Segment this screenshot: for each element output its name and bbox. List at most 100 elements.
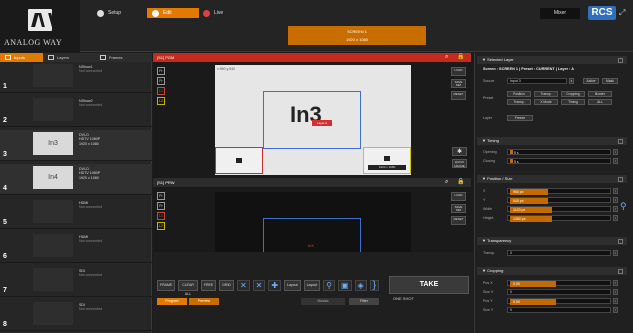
height-field[interactable]: 1080 px [507, 215, 611, 222]
reset-button[interactable]: RESET [451, 216, 466, 225]
tab-layers[interactable]: Layers [43, 53, 95, 62]
search-icon[interactable]: ⚲ [323, 279, 335, 291]
input-row-7[interactable]: SDI Not connected 7 [0, 266, 152, 297]
layer-button[interactable]: Fr [157, 77, 165, 85]
layer-button[interactable]: L2 [157, 222, 165, 230]
opening-field[interactable]: 5 s [507, 149, 611, 155]
preset-border-button[interactable]: Border [588, 91, 612, 97]
layer-frame-yellow[interactable]: 1920 x 1080 [363, 147, 411, 174]
close-icon[interactable]: ✕ [236, 279, 250, 291]
layout-button[interactable]: Layout [284, 279, 301, 291]
search-icon[interactable]: ⌕ [445, 179, 452, 186]
stepper-icon[interactable]: ↕ [613, 289, 618, 295]
section-position-size[interactable]: ▼ Position / Size [477, 175, 627, 183]
input-row-8[interactable]: SDI Not connected 8 [0, 300, 152, 331]
input-row-4[interactable]: In4 DVI-D HDTV 1080P 1920 x 1080 4 [0, 164, 152, 195]
take-button[interactable]: TAKE [389, 276, 469, 294]
preview-button[interactable]: Preview [189, 298, 219, 305]
crop-posy-field[interactable]: 0.00 [507, 298, 611, 305]
quick-frame-button[interactable]: QUICK FRAME [452, 159, 467, 168]
input-row-3[interactable]: In3 DVI-D HDTV 1080P 1920 x 1080 3 [0, 130, 152, 161]
mode-edit-button[interactable]: Edit [147, 8, 199, 18]
mode-live-button[interactable]: Live [198, 8, 258, 18]
program-button[interactable]: Program [157, 298, 187, 305]
program-canvas[interactable]: x:960 y:540 In3 Layer A 1920 x 1080 [215, 65, 411, 175]
stepper-icon[interactable]: ↕ [613, 197, 618, 203]
preset-transp-button[interactable]: Transp. [534, 91, 558, 97]
save-button[interactable]: SAVE MM [451, 204, 466, 213]
stepper-icon[interactable]: ↕ [613, 250, 618, 256]
stepper-icon[interactable]: ↕ [613, 149, 618, 155]
input-row-6[interactable]: HDMI Not connected 6 [0, 232, 152, 263]
layer-button[interactable]: Fr [157, 192, 165, 200]
save-button[interactable]: SAVE MM [451, 79, 466, 88]
move-icon[interactable]: ✚ [268, 279, 282, 291]
free-button[interactable]: FREE [200, 279, 217, 291]
lock-icon[interactable]: 🔒 [457, 54, 464, 61]
frame-button[interactable]: FRAME [157, 279, 176, 291]
mask-button[interactable]: Mask [602, 78, 618, 84]
expand-icon[interactable]: ⤢ [619, 8, 629, 18]
crop-sizex-field[interactable]: 0 [507, 289, 611, 295]
closing-field[interactable]: 5 s [507, 158, 611, 164]
layer-frame-red[interactable] [215, 147, 263, 174]
section-timing[interactable]: ▼ Timing [477, 137, 627, 145]
load-button[interactable]: LOAD [451, 67, 466, 76]
section-transparency[interactable]: ▼ Transparency [477, 237, 627, 245]
layer-button[interactable]: L1 [157, 87, 165, 95]
crop-sizey-field[interactable]: 0 [507, 307, 611, 313]
preset-cropping-button[interactable]: Cropping [561, 91, 585, 97]
screen-selector[interactable]: SCREEN 1 1920 x 1080 [288, 26, 426, 45]
preset-transp2-button[interactable]: Transp. [507, 99, 531, 105]
width-field[interactable]: 1120 px [507, 206, 611, 213]
collapse-icon[interactable] [618, 57, 623, 63]
layout-button-2[interactable]: Layout [303, 279, 321, 291]
fullscreen-icon[interactable]: ✕ [252, 279, 266, 291]
layer-button[interactable]: L1 [157, 212, 165, 220]
tab-frames[interactable]: Frames [95, 53, 152, 62]
dropdown-icon[interactable]: ▾ [569, 78, 574, 84]
tab-inputs[interactable]: Inputs [0, 53, 43, 62]
pos-y-field[interactable]: 540 px [507, 197, 611, 204]
collapse-icon[interactable] [618, 268, 623, 274]
freeze-button[interactable]: Freeze [507, 115, 533, 121]
load-button[interactable]: LOAD [451, 192, 466, 201]
input-row-2[interactable]: NShow2 Not connected 2 [0, 96, 152, 127]
mosaic-button[interactable]: Mosaic [301, 298, 345, 305]
reset-button[interactable]: RESET [451, 91, 466, 100]
source-select[interactable]: Input 3 [507, 78, 567, 84]
bracket-icon[interactable]: } [369, 279, 379, 291]
preset-xmode-button[interactable]: X Mode [534, 99, 558, 105]
input-row-5[interactable]: HDMI Not connected 5 [0, 198, 152, 229]
layer-button[interactable]: L2 [157, 97, 165, 105]
search-icon[interactable]: ⌕ [445, 54, 452, 61]
layer-button[interactable]: Fr [157, 67, 165, 75]
layer-frame-blue[interactable]: In3 Layer A [263, 91, 361, 149]
stepper-icon[interactable]: ↕ [613, 206, 618, 212]
preset-position-button[interactable]: Position [507, 91, 531, 97]
preset-timing-button[interactable]: Timing [561, 99, 585, 105]
collapse-icon[interactable] [618, 176, 623, 182]
mixer-button[interactable]: Mixer [540, 8, 580, 19]
star-icon[interactable]: ✱ [452, 147, 467, 156]
stepper-icon[interactable]: ↕ [613, 298, 618, 304]
grid-button[interactable]: GRID [219, 279, 234, 291]
crop-posx-field[interactable]: 0.00 [507, 280, 611, 287]
section-selected-layer[interactable]: ▼ Selected Layer [477, 56, 627, 64]
pos-x-field[interactable]: 960 px [507, 188, 611, 195]
collapse-icon[interactable] [618, 238, 623, 244]
active-button[interactable]: Active [583, 78, 599, 84]
stepper-icon[interactable]: ↕ [613, 188, 618, 194]
transp-field[interactable]: 0 [507, 250, 611, 256]
section-cropping[interactable]: ▼ Cropping [477, 267, 627, 275]
layers-icon[interactable]: ◈ [354, 279, 367, 291]
collapse-icon[interactable] [618, 138, 623, 144]
stepper-icon[interactable]: ↕ [613, 280, 618, 286]
zoom-icon[interactable]: ⚲ [620, 201, 630, 211]
filter-button[interactable]: Filter [349, 298, 379, 305]
lock-icon[interactable]: 🔒 [457, 179, 464, 186]
layer-button[interactable]: Fr [157, 202, 165, 210]
preset-all-button[interactable]: ALL [588, 99, 612, 105]
stepper-icon[interactable]: ↕ [613, 307, 618, 313]
input-row-1[interactable]: NShow1 Not connected 1 [0, 62, 152, 93]
